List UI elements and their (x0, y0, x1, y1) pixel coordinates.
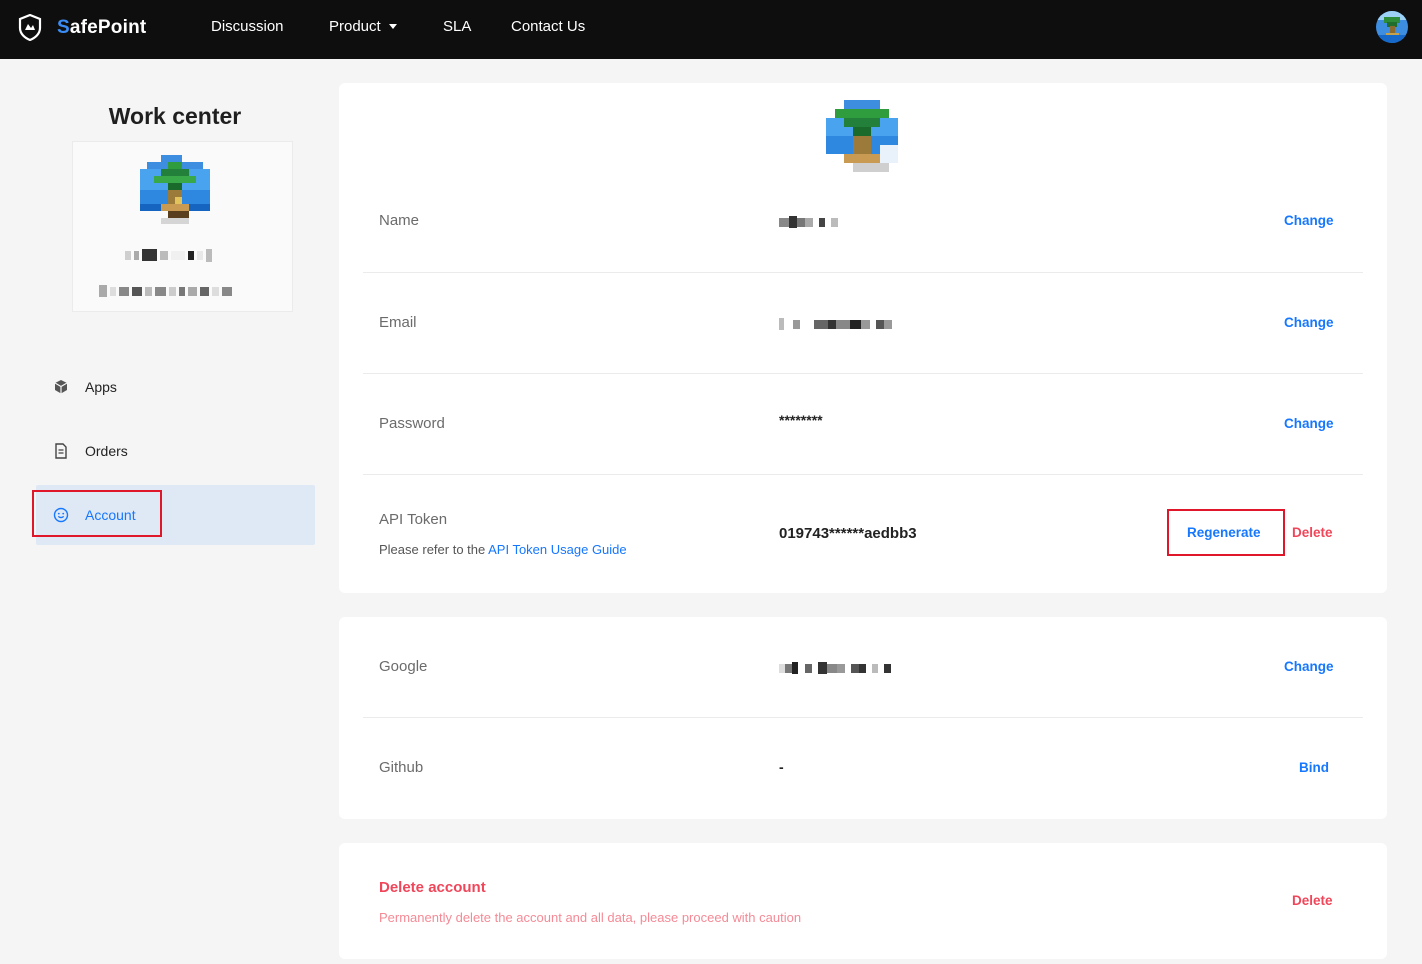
api-token-hint-text: Please refer to the (379, 542, 489, 557)
nav-product-label: Product (329, 18, 381, 35)
document-icon (55, 443, 67, 459)
bind-github-button[interactable]: Bind (1299, 760, 1329, 775)
github-value: - (779, 759, 784, 775)
change-email-button[interactable]: Change (1284, 315, 1334, 330)
email-label: Email (379, 314, 417, 331)
profile-name-blurred (125, 248, 212, 262)
email-row: Email Change (363, 273, 1363, 374)
github-label: Github (379, 759, 424, 776)
api-token-guide-link[interactable]: API Token Usage Guide (488, 542, 627, 557)
name-value-blurred (779, 216, 838, 228)
cube-icon (54, 380, 68, 394)
delete-token-button[interactable]: Delete (1292, 525, 1333, 540)
nav-product[interactable]: Product (329, 18, 397, 35)
change-password-button[interactable]: Change (1284, 416, 1334, 431)
shield-logo-icon (18, 14, 42, 41)
bindings-card: Google Change Github - Bind (339, 617, 1387, 819)
sidebar-item-apps-label: Apps (85, 379, 117, 395)
google-label: Google (379, 658, 428, 675)
api-token-label: API Token (379, 511, 448, 528)
profile-card (72, 141, 293, 312)
api-token-hint: Please refer to the API Token Usage Guid… (379, 542, 627, 557)
account-avatar[interactable] (826, 100, 898, 172)
api-token-value: 019743******aedbb3 (779, 525, 917, 542)
delete-account-button[interactable]: Delete (1292, 893, 1333, 908)
google-value-blurred (779, 662, 891, 674)
brand-logo[interactable]: SafePoint (18, 14, 146, 41)
delete-account-description: Permanently delete the account and all d… (379, 910, 802, 925)
name-row: Name Change (363, 188, 1363, 273)
highlight-regenerate-box (1167, 509, 1285, 556)
name-label: Name (379, 212, 420, 229)
nav-contact-us[interactable]: Contact Us (511, 18, 585, 35)
change-name-button[interactable]: Change (1284, 213, 1334, 228)
nav-discussion[interactable]: Discussion (211, 18, 284, 35)
change-google-button[interactable]: Change (1284, 659, 1334, 674)
profile-avatar (140, 155, 210, 231)
highlight-account-box (32, 490, 162, 537)
password-row: Password ******** Change (363, 374, 1363, 475)
password-value: ******** (779, 412, 823, 428)
top-navbar: SafePoint Discussion Product SLA Contact… (0, 0, 1422, 59)
brand-name: SafePoint (57, 16, 147, 38)
password-label: Password (379, 415, 445, 432)
delete-account-title: Delete account (379, 879, 486, 896)
user-avatar[interactable] (1376, 11, 1408, 43)
github-row: Github - Bind (363, 718, 1363, 819)
profile-email-blurred (99, 285, 232, 297)
delete-account-card: Delete account Permanently delete the ac… (339, 843, 1387, 959)
caret-down-icon (388, 23, 397, 29)
sidebar-item-orders-label: Orders (85, 443, 128, 459)
google-row: Google Change (363, 617, 1363, 718)
work-center-title: Work center (108, 103, 242, 129)
sidebar-item-orders[interactable]: Orders (36, 421, 315, 481)
nav-sla[interactable]: SLA (443, 18, 471, 35)
sidebar-item-apps[interactable]: Apps (36, 357, 315, 417)
email-value-blurred (779, 318, 892, 330)
